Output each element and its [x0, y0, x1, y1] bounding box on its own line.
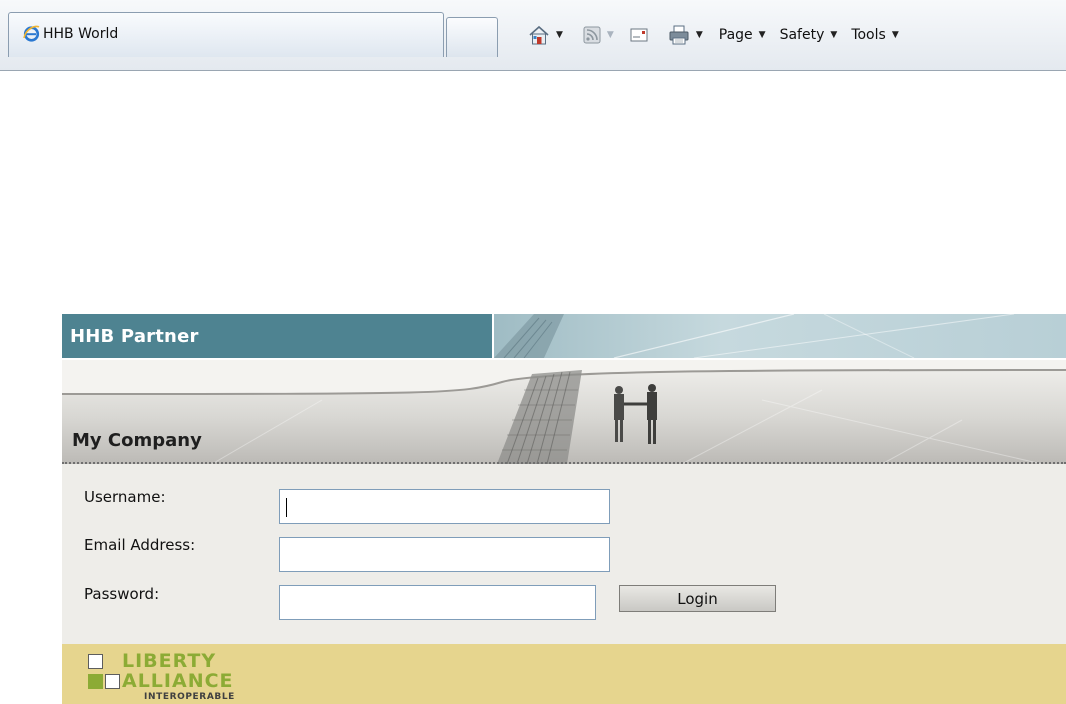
- print-button[interactable]: ▼: [668, 24, 703, 46]
- chevron-down-icon: ▼: [830, 30, 838, 40]
- company-title: My Company: [72, 430, 202, 451]
- partner-bar: HHB Partner: [62, 314, 492, 358]
- new-tab-button[interactable]: [446, 17, 498, 57]
- ie-logo-icon: [23, 25, 40, 42]
- feeds-dropdown-caret[interactable]: ▼: [607, 30, 614, 40]
- email-input[interactable]: [279, 537, 610, 572]
- login-form: Username: Email Address: Password: Login: [62, 464, 1066, 644]
- logo-text-liberty: LIBERTY: [122, 650, 217, 672]
- chevron-down-icon: ▼: [758, 30, 766, 40]
- text-cursor: [286, 498, 287, 517]
- logo-square-icon: [88, 674, 103, 689]
- partner-title: HHB Partner: [70, 326, 199, 347]
- username-label: Username:: [84, 488, 166, 506]
- login-panel: HHB Partner My Company Username: Email A…: [62, 314, 1066, 704]
- email-label: Email Address:: [84, 536, 196, 554]
- home-dropdown-caret[interactable]: ▼: [556, 30, 563, 40]
- logo-text-alliance: ALLIANCE: [122, 670, 234, 692]
- home-icon: [529, 25, 549, 45]
- command-bar: ▼ ▼ ▼ Page ▼ Safety ▼ Tools ▼: [528, 22, 899, 48]
- page-menu-label: Page: [718, 27, 753, 43]
- page-menu[interactable]: Page ▼: [719, 27, 766, 43]
- banner-image: My Company: [62, 360, 1066, 464]
- mail-icon: [630, 28, 648, 42]
- chevron-down-icon: ▼: [891, 30, 899, 40]
- logo-text-interoperable: INTEROPERABLE: [144, 692, 235, 702]
- feeds-icon: [583, 26, 601, 44]
- browser-tab[interactable]: HHB World: [8, 12, 444, 57]
- safety-menu-label: Safety: [779, 27, 825, 43]
- header-strip: HHB Partner: [62, 314, 1066, 358]
- header-image: [494, 314, 1066, 358]
- login-button[interactable]: Login: [619, 585, 776, 612]
- logo-square-icon: [105, 674, 120, 689]
- tab-title: HHB World: [43, 26, 119, 42]
- safety-menu[interactable]: Safety ▼: [780, 27, 838, 43]
- browser-toolbar: HHB World ▼ ▼ ▼ Page ▼ Safety ▼ Tools ▼: [0, 0, 1066, 71]
- liberty-alliance-logo: LIBERTY ALLIANCE INTEROPERABLE: [88, 650, 278, 702]
- home-button[interactable]: ▼: [528, 24, 563, 46]
- tools-menu-label: Tools: [851, 27, 886, 43]
- print-dropdown-caret[interactable]: ▼: [696, 30, 703, 40]
- feeds-button[interactable]: ▼: [583, 26, 614, 44]
- footer-bar: LIBERTY ALLIANCE INTEROPERABLE: [62, 644, 1066, 704]
- read-mail-button[interactable]: [630, 27, 648, 43]
- password-label: Password:: [84, 585, 160, 603]
- logo-square-icon: [88, 654, 103, 669]
- tools-menu[interactable]: Tools ▼: [851, 27, 898, 43]
- print-icon: [669, 25, 689, 45]
- username-input[interactable]: [279, 489, 610, 524]
- password-input[interactable]: [279, 585, 596, 620]
